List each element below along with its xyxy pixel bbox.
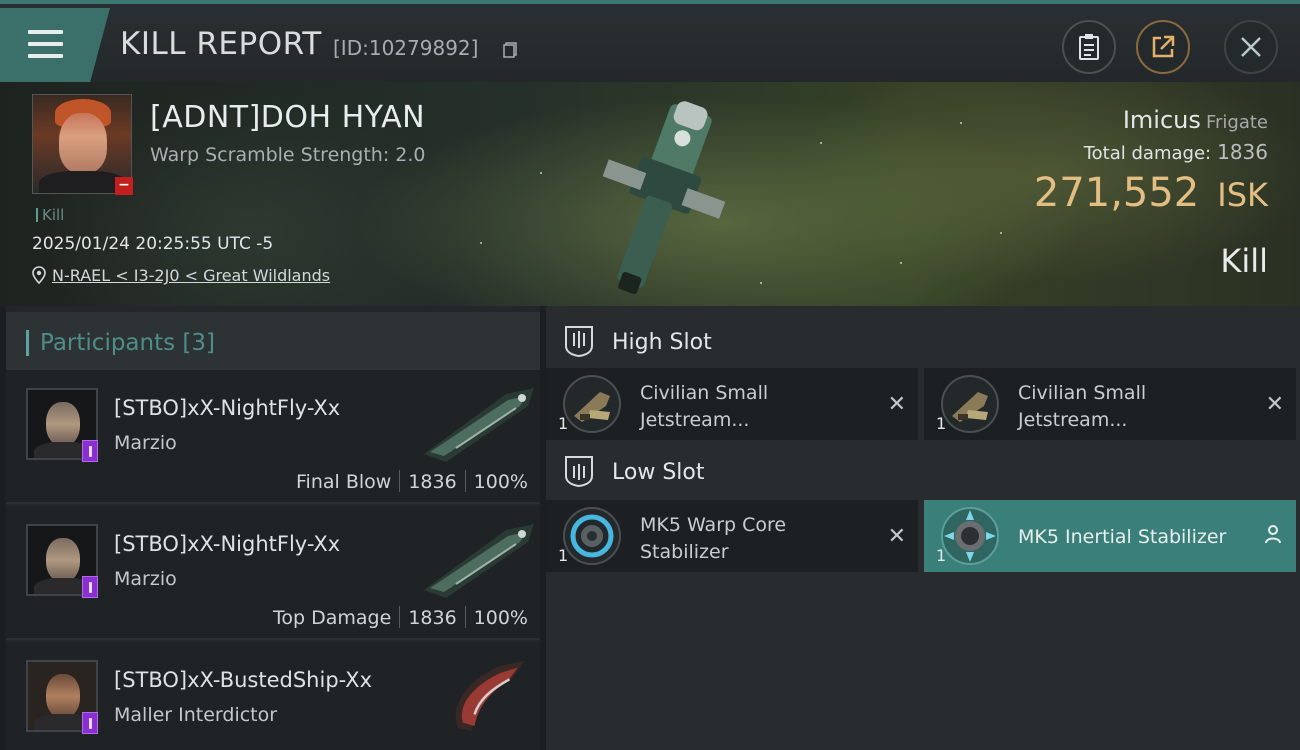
- participants-header: Participants [3]: [6, 312, 540, 370]
- participant-damage: 1836: [408, 471, 457, 493]
- victim-ship-image: [602, 101, 726, 295]
- hamburger-icon: [28, 30, 63, 58]
- clipboard-icon: [1079, 34, 1099, 60]
- isk-amount: 271,552: [1033, 170, 1200, 216]
- clipboard-button[interactable]: [1062, 20, 1116, 74]
- participant-name: [STBO]xX-NightFly-Xx: [114, 532, 341, 556]
- inertial-stabilizer-icon: [941, 507, 999, 565]
- module-item[interactable]: 1 MK5 Warp Core Stabilizer ✕: [546, 500, 918, 572]
- module-item[interactable]: 1 Civilian Small Jetstream... ✕: [924, 368, 1296, 440]
- module-item-selected[interactable]: 1 MK5 Inertial Stabilizer: [924, 500, 1296, 572]
- high-slot-label: High Slot: [612, 330, 712, 355]
- copy-icon[interactable]: [503, 42, 517, 58]
- participant-name: [STBO]xX-NightFly-Xx: [114, 396, 341, 420]
- participant-ship-image: [424, 388, 534, 462]
- participants-title: Participants [3]: [40, 330, 215, 356]
- low-slot-icon: [565, 456, 593, 488]
- module-quantity: 1: [558, 414, 569, 433]
- total-damage: Total damage: 1836: [1084, 140, 1268, 164]
- module-name: MK5 Inertial Stabilizer: [1018, 526, 1227, 548]
- participant-ship-image: [424, 524, 534, 598]
- module-name: MK5 Warp Core Stabilizer: [640, 514, 787, 563]
- destroyed-x-icon: ✕: [887, 392, 906, 417]
- participant-row[interactable]: [STBO]xX-BustedShip-Xx Maller Interdicto…: [6, 642, 540, 750]
- participants-panel: Participants [3] [STBO]xX-NightFly-Xx Ma…: [6, 306, 540, 750]
- isk-value: 271,552 ISK: [1034, 170, 1268, 216]
- corp-badge-icon: [82, 712, 98, 734]
- destroyed-x-icon: ✕: [887, 524, 906, 549]
- module-name: Civilian Small Jetstream...: [640, 382, 769, 431]
- participant-percent: 100%: [473, 607, 528, 629]
- total-damage-value: 1836: [1217, 140, 1268, 164]
- module-item[interactable]: 1 Civilian Small Jetstream... ✕: [546, 368, 918, 440]
- isk-unit: ISK: [1217, 176, 1268, 214]
- participant-name: [STBO]xX-BustedShip-Xx: [114, 668, 372, 692]
- ship-type: Imicus Frigate: [1123, 106, 1268, 134]
- participant-row[interactable]: [STBO]xX-NightFly-Xx Marzio Top Damage 18…: [6, 506, 540, 640]
- participant-ship: Maller Interdictor: [114, 704, 278, 726]
- destroyed-x-icon: ✕: [1265, 392, 1284, 417]
- module-quantity: 1: [936, 414, 947, 433]
- location-pin-icon: [32, 266, 46, 284]
- low-slot-header: Low Slot: [546, 440, 1300, 500]
- participant-stats: Top Damage 1836 100%: [273, 606, 528, 629]
- close-button[interactable]: [1224, 20, 1278, 74]
- high-slot-header: High Slot: [546, 310, 1300, 370]
- high-slot-icon: [565, 326, 593, 358]
- kill-tag: Kill: [36, 206, 64, 224]
- participant-percent: 100%: [473, 471, 528, 493]
- participant-ship: Marzio: [114, 432, 177, 454]
- victim-name[interactable]: [ADNT]DOH HYAN: [150, 100, 425, 135]
- location-link[interactable]: N-RAEL < I3-2J0 < Great Wildlands: [52, 266, 330, 285]
- ship-class: Frigate: [1205, 112, 1268, 133]
- top-bar: KILL REPORT [ID:10279892]: [0, 0, 1300, 82]
- participant-ship: Marzio: [114, 568, 177, 590]
- fitting-panel: High Slot 1 Civilian Small Jetstream... …: [546, 306, 1300, 750]
- afterburner-module-icon: [941, 375, 999, 433]
- module-quantity: 1: [558, 546, 569, 565]
- module-quantity: 1: [936, 546, 947, 565]
- warp-core-stabilizer-icon: [563, 507, 621, 565]
- result-label: Kill: [1220, 242, 1268, 280]
- corp-badge-icon: [82, 576, 98, 598]
- participant-role: Top Damage: [273, 607, 392, 629]
- participant-row[interactable]: [STBO]xX-NightFly-Xx Marzio Final Blow 18…: [6, 370, 540, 504]
- menu-button[interactable]: [0, 8, 110, 82]
- share-icon: [1152, 35, 1175, 58]
- participant-ship-image: [455, 661, 525, 731]
- kill-datetime: 2025/01/24 20:25:55 UTC -5: [32, 234, 274, 254]
- page-title: KILL REPORT: [120, 26, 322, 62]
- victim-banner: − [ADNT]DOH HYAN Warp Scramble Strength:…: [0, 82, 1300, 306]
- hostile-badge-icon: −: [115, 177, 133, 195]
- kill-location[interactable]: N-RAEL < I3-2J0 < Great Wildlands: [32, 266, 330, 285]
- participant-damage: 1836: [408, 607, 457, 629]
- participant-role: Final Blow: [296, 471, 392, 493]
- ship-name: Imicus: [1122, 106, 1201, 134]
- afterburner-module-icon: [563, 375, 621, 433]
- module-name: Civilian Small Jetstream...: [1018, 382, 1147, 431]
- low-slot-label: Low Slot: [612, 460, 705, 485]
- report-id: [ID:10279892]: [333, 36, 479, 60]
- share-button[interactable]: [1136, 20, 1190, 74]
- corp-badge-icon: [82, 440, 98, 462]
- warp-scramble-strength: Warp Scramble Strength: 2.0: [150, 144, 426, 166]
- close-icon: [1241, 37, 1261, 57]
- total-damage-label: Total damage:: [1083, 143, 1212, 164]
- participant-stats: Final Blow 1836 100%: [296, 470, 528, 493]
- person-icon[interactable]: [1264, 524, 1282, 544]
